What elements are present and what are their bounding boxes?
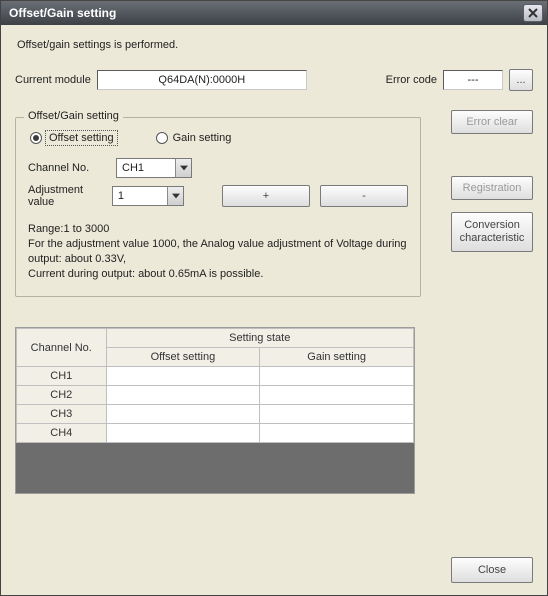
offset-setting-radio[interactable]: Offset setting [30, 132, 116, 144]
conversion-characteristic-button[interactable]: Conversion characteristic [451, 212, 533, 252]
close-button[interactable]: Close [451, 557, 533, 583]
side-buttons: Error clear Registration Conversion char… [443, 110, 533, 252]
group-legend: Offset/Gain setting [24, 110, 123, 122]
hint-line-1: Range:1 to 3000 [28, 222, 408, 237]
offset-gain-window: Offset/Gain setting Offset/gain settings… [0, 0, 548, 596]
adjustment-value-select[interactable]: 1 [112, 186, 184, 206]
gain-setting-label: Gain setting [173, 132, 232, 144]
row-label: CH4 [17, 424, 107, 443]
cell-offset [106, 386, 260, 405]
adjustment-value: 1 [113, 190, 167, 202]
error-code-field: --- [443, 70, 503, 90]
offset-gain-group: Offset/Gain setting Offset setting Gain … [15, 117, 421, 297]
hint-line-3: Current during output: about 0.65mA is p… [28, 267, 408, 282]
cell-gain [260, 405, 414, 424]
cell-gain [260, 386, 414, 405]
table-row: CH4 [17, 424, 414, 443]
table-row: CH2 [17, 386, 414, 405]
chevron-down-icon [175, 159, 191, 177]
current-module-label: Current module [15, 74, 91, 86]
error-clear-button[interactable]: Error clear [451, 110, 533, 134]
decrement-button[interactable]: - [320, 185, 408, 207]
titlebar: Offset/Gain setting [1, 1, 547, 25]
cell-offset [106, 424, 260, 443]
cell-gain [260, 367, 414, 386]
module-row: Current module Q64DA(N):0000H Error code… [15, 69, 533, 91]
table-empty-area [16, 443, 414, 493]
radio-icon [156, 132, 168, 144]
row-label: CH3 [17, 405, 107, 424]
channel-value: CH1 [117, 162, 175, 174]
current-module-field: Q64DA(N):0000H [97, 70, 307, 90]
window-title: Offset/Gain setting [9, 6, 523, 20]
setting-state-table: Channel No. Setting state Offset setting… [15, 327, 415, 494]
client-area: Offset/gain settings is performed. Curre… [1, 25, 547, 595]
adjustment-value-label: Adjustment value [28, 184, 104, 208]
cell-offset [106, 367, 260, 386]
registration-button[interactable]: Registration [451, 176, 533, 200]
row-label: CH1 [17, 367, 107, 386]
table-row: CH1 [17, 367, 414, 386]
row-label: CH2 [17, 386, 107, 405]
channel-select[interactable]: CH1 [116, 158, 192, 178]
offset-setting-label: Offset setting [47, 132, 116, 144]
channel-no-label: Channel No. [28, 162, 108, 174]
cell-offset [106, 405, 260, 424]
increment-button[interactable]: + [222, 185, 310, 207]
table-row: CH3 [17, 405, 414, 424]
chevron-down-icon [167, 187, 183, 205]
col-state: Setting state [106, 329, 413, 348]
cell-gain [260, 424, 414, 443]
close-icon[interactable] [523, 4, 543, 22]
footer: Close [451, 557, 533, 583]
col-gain: Gain setting [260, 348, 414, 367]
hint-line-2: For the adjustment value 1000, the Analo… [28, 237, 408, 267]
col-offset: Offset setting [106, 348, 260, 367]
range-hint: Range:1 to 3000 For the adjustment value… [28, 222, 408, 282]
col-channel: Channel No. [17, 329, 107, 367]
description-text: Offset/gain settings is performed. [17, 39, 533, 51]
radio-icon [30, 132, 42, 144]
error-details-button[interactable]: ... [509, 69, 533, 91]
gain-setting-radio[interactable]: Gain setting [156, 132, 232, 144]
error-code-label: Error code [386, 74, 437, 86]
